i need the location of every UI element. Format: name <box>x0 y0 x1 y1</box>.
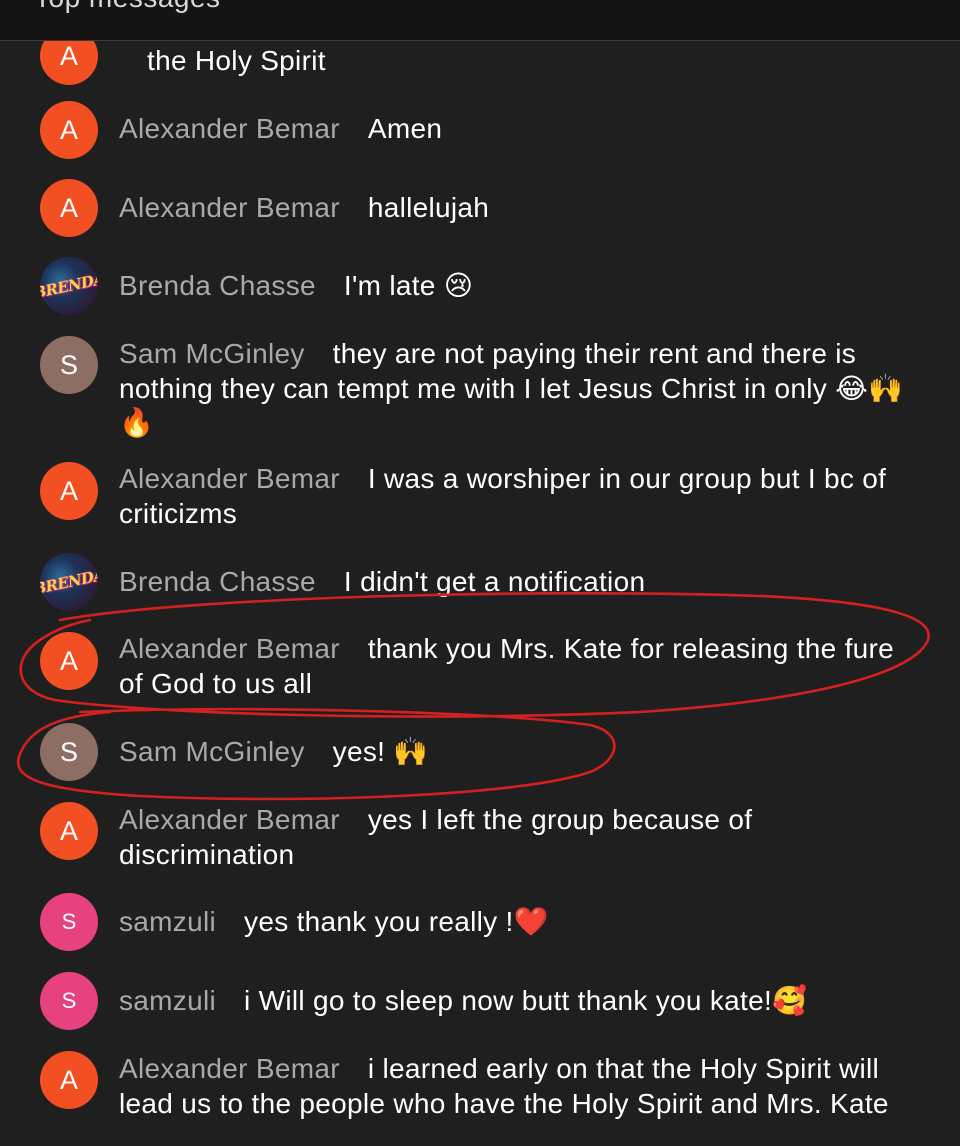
chat-header: Top messages <box>0 0 960 41</box>
avatar: A <box>40 462 98 520</box>
message-body: yes! 🙌 <box>332 736 429 767</box>
avatar-initial: A <box>59 645 78 676</box>
message-text-block: Alexander Bemar hallelujah <box>119 191 919 226</box>
avatar: A <box>40 1051 98 1109</box>
message-text-block: Brenda Chasse I didn't get a notification <box>119 565 919 600</box>
message-author: Sam McGinley <box>119 338 305 369</box>
message-body: I'm late 😢 <box>343 270 474 301</box>
message-text-block: Alexander Bemar yes I left the group beca… <box>119 803 919 872</box>
message-body: I didn't get a notification <box>343 566 646 597</box>
avatar: A <box>40 632 98 690</box>
avatar-initial: BRENDA <box>40 565 98 599</box>
avatar: A <box>40 179 98 237</box>
message-author: samzuli <box>119 985 217 1016</box>
avatar-initial: A <box>59 475 78 506</box>
chat-message-list[interactable]: A the Holy Spirit A Alexander Bemar Amen … <box>0 41 960 1146</box>
avatar: A <box>40 802 98 860</box>
message-text-block: Alexander Bemar I was a worshiper in our … <box>119 462 919 531</box>
message-body: i Will go to sleep now butt thank you ka… <box>244 985 808 1016</box>
message-body: yes thank you really !❤️ <box>244 906 549 937</box>
avatar-initial: S <box>59 349 78 380</box>
message-text-block: Brenda Chasse I'm late 😢 <box>119 269 919 304</box>
avatar: BRENDA <box>40 257 98 315</box>
avatar-initial: S <box>61 988 77 1013</box>
message-text-block: Alexander Bemar Amen <box>119 112 919 147</box>
message-author: Alexander Bemar <box>119 633 340 664</box>
message-body: the Holy Spirit <box>147 45 326 76</box>
message-body: Amen <box>367 113 443 144</box>
message-author: Alexander Bemar <box>119 113 340 144</box>
avatar: A <box>40 101 98 159</box>
message-text-block: Sam McGinley they are not paying their re… <box>119 337 919 441</box>
message-text-block: samzuli yes thank you really !❤️ <box>119 905 919 940</box>
avatar-initial: A <box>59 1064 78 1095</box>
message-author: Alexander Bemar <box>119 463 340 494</box>
message-author: Alexander Bemar <box>119 804 340 835</box>
avatar-initial: S <box>61 909 77 934</box>
avatar: S <box>40 336 98 394</box>
avatar-initial: A <box>59 114 78 145</box>
avatar: S <box>40 893 98 951</box>
avatar: BRENDA <box>40 553 98 611</box>
message-text-block: Alexander Bemar thank you Mrs. Kate for r… <box>119 632 919 701</box>
message-author: Sam McGinley <box>119 736 305 767</box>
avatar: S <box>40 972 98 1030</box>
avatar: S <box>40 723 98 781</box>
message-author: Brenda Chasse <box>119 270 316 301</box>
message-text-block: Alexander Bemar i learned early on that t… <box>119 1052 919 1121</box>
avatar: A <box>40 41 98 85</box>
message-author: samzuli <box>119 906 217 937</box>
message-text-block: the Holy Spirit <box>119 44 919 79</box>
message-author: Alexander Bemar <box>119 192 340 223</box>
message-body: hallelujah <box>367 192 490 223</box>
message-text-block: samzuli i Will go to sleep now butt thank… <box>119 984 919 1019</box>
chat-header-title: Top messages <box>34 0 221 14</box>
avatar-initial: A <box>59 815 78 846</box>
avatar-initial: A <box>59 41 78 71</box>
avatar-initial: A <box>59 192 78 223</box>
avatar-initial: BRENDA <box>40 269 98 303</box>
message-text-block: Sam McGinley yes! 🙌 <box>119 735 919 770</box>
message-author: Brenda Chasse <box>119 566 316 597</box>
avatar-initial: S <box>59 736 78 767</box>
message-author: Alexander Bemar <box>119 1053 340 1084</box>
